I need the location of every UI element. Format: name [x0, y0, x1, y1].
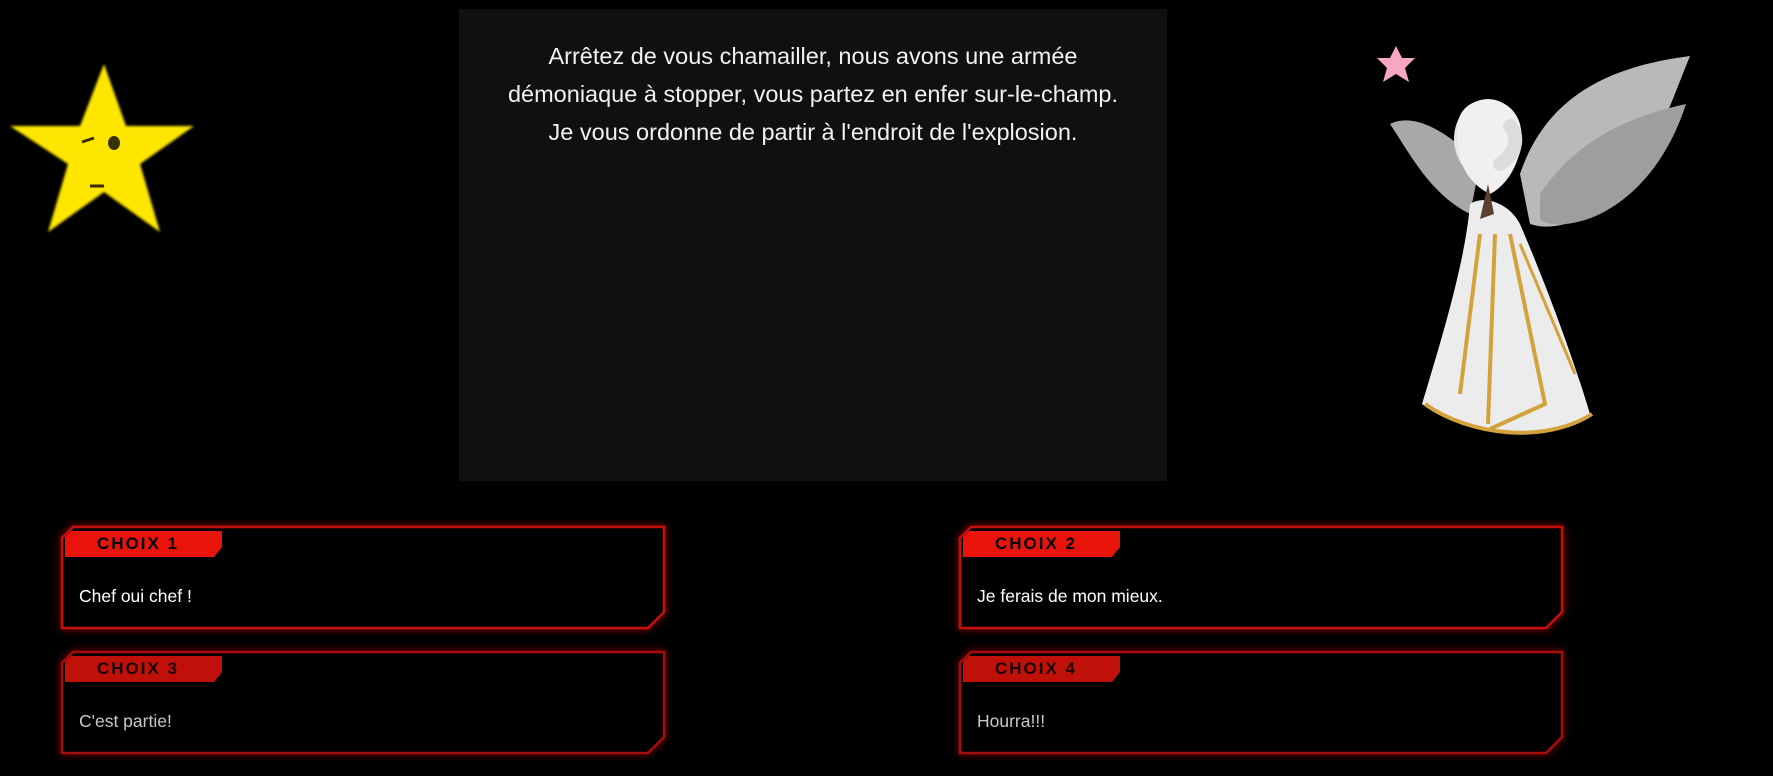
- dialog-line-3: Je vous ordonne de partir à l'endroit de…: [548, 119, 1078, 145]
- choice-3-tag: CHOIX 3: [97, 659, 180, 678]
- dialog-line-1: Arrêtez de vous chamailler, nous avons u…: [548, 43, 1078, 69]
- choice-3-button[interactable]: CHOIX 3 C'est partie!: [60, 650, 666, 755]
- choice-4-text: Hourra!!!: [977, 711, 1046, 731]
- choice-3-text: C'est partie!: [79, 711, 172, 731]
- dialog-line-2: démoniaque à stopper, vous partez en enf…: [507, 81, 1119, 107]
- choice-4-button[interactable]: CHOIX 4 Hourra!!!: [958, 650, 1564, 755]
- choice-2-tag: CHOIX 2: [995, 534, 1078, 553]
- choice-1-text: Chef oui chef !: [79, 586, 192, 606]
- angel-character-icon: [1370, 44, 1700, 454]
- choice-1-button[interactable]: CHOIX 1 Chef oui chef !: [60, 525, 666, 630]
- dialog-text: Arrêtez de vous chamailler, nous avons u…: [471, 37, 1155, 151]
- choice-4-tag: CHOIX 4: [995, 659, 1078, 678]
- game-screen: Arrêtez de vous chamailler, nous avons u…: [0, 0, 1773, 776]
- dialog-box: Arrêtez de vous chamailler, nous avons u…: [459, 9, 1167, 481]
- star-character-icon: [4, 60, 196, 240]
- choice-2-button[interactable]: CHOIX 2 Je ferais de mon mieux.: [958, 525, 1564, 630]
- choice-2-text: Je ferais de mon mieux.: [977, 586, 1163, 606]
- choice-1-tag: CHOIX 1: [97, 534, 180, 553]
